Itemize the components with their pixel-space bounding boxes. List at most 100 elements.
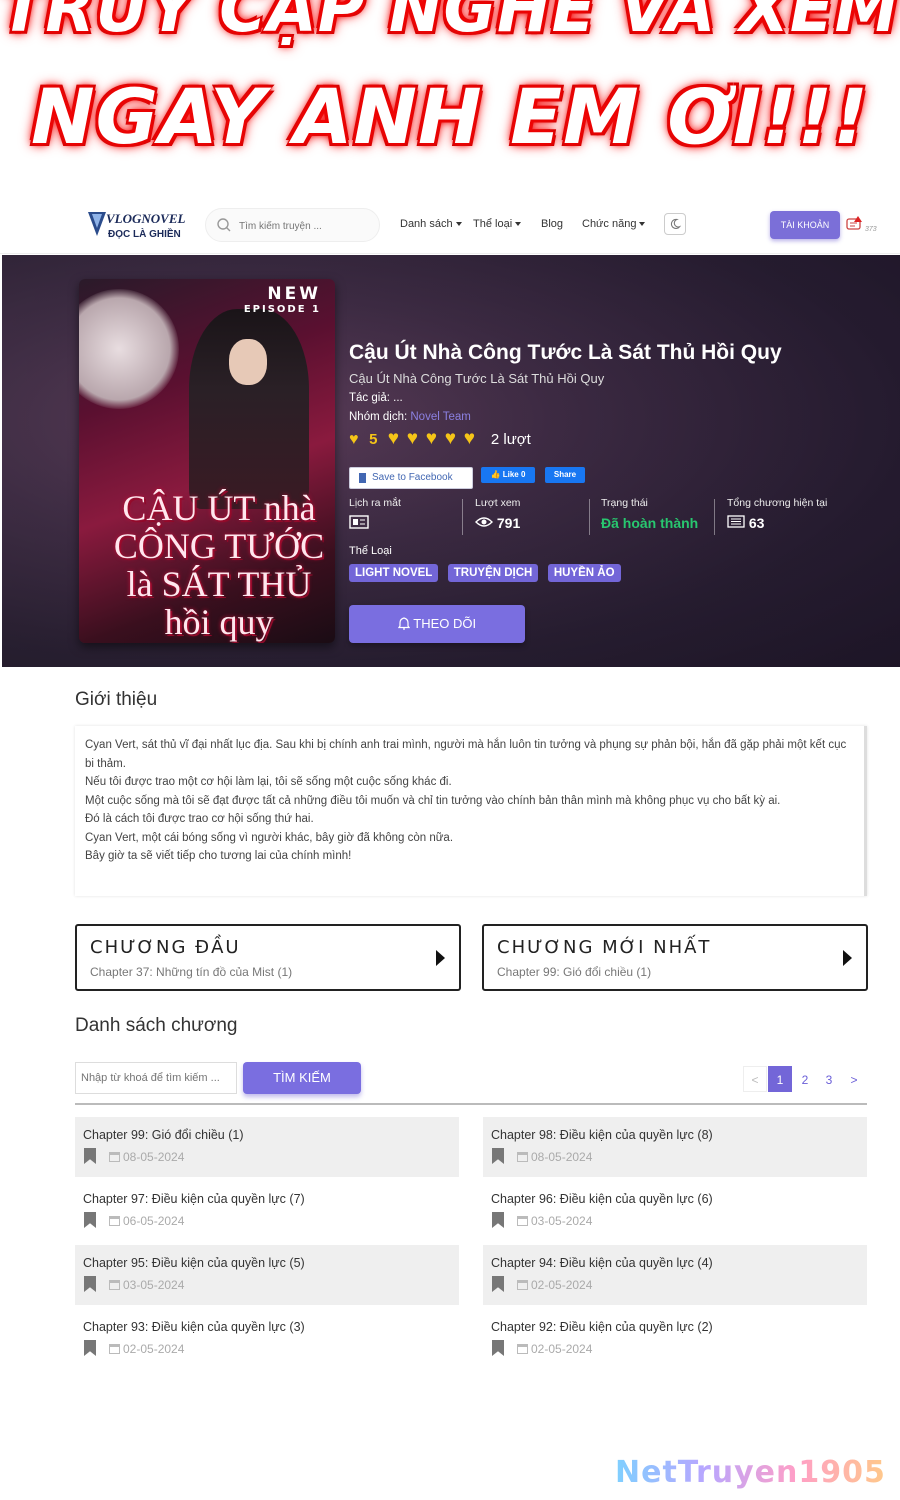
nav-blog[interactable]: Blog xyxy=(541,218,563,230)
nav-blog-label: Blog xyxy=(541,218,564,230)
nav-danh-sach[interactable]: Danh sách xyxy=(400,218,462,230)
bell-icon xyxy=(397,617,410,630)
eye-icon xyxy=(475,517,493,527)
nav-chuc-nang-label: Chức năng xyxy=(582,218,637,230)
chapter-name[interactable]: Chapter 93: Điều kiện của quyền lực (3) xyxy=(83,1320,305,1334)
rating-heart-icon[interactable]: ♥ xyxy=(388,429,407,448)
rating-heart-icon[interactable]: ♥ xyxy=(426,429,445,448)
chapter-row[interactable]: Chapter 93: Điều kiện của quyền lực (3) 0… xyxy=(75,1309,459,1369)
calendar-icon xyxy=(109,1216,120,1226)
stat-label: Trạng thái xyxy=(601,497,648,509)
notification-icon[interactable] xyxy=(846,216,864,234)
stat-divider xyxy=(714,499,715,535)
chapter-search-button[interactable]: TÌM KIẾM xyxy=(243,1062,361,1094)
bookmark-icon[interactable] xyxy=(84,1276,96,1292)
rating-heart-icon[interactable]: ♥ xyxy=(445,429,464,448)
stat-label: Tổng chương hiện tại xyxy=(727,497,828,509)
chapter-date: 02-05-2024 xyxy=(531,1342,593,1356)
site-logo[interactable]: VLOGNOVEL ĐỌC LÀ GHIỀN xyxy=(88,206,198,246)
bookmark-icon[interactable] xyxy=(84,1212,96,1228)
chapter-row[interactable]: Chapter 95: Điều kiện của quyền lực (5) 0… xyxy=(75,1245,459,1305)
stat-divider xyxy=(462,499,463,535)
calendar-icon xyxy=(517,1344,528,1354)
page: TRUY CẬP NGHE VÀ XEM NGAY ANH EM ƠI!!! V… xyxy=(0,0,900,1500)
chapter-date: 06-05-2024 xyxy=(123,1214,185,1228)
novel-cover[interactable]: NEW EPISODE 1 CẬU ÚT nhà CÔNG TƯỚC là SÁ… xyxy=(79,279,335,643)
chapter-name[interactable]: Chapter 98: Điều kiện của quyền lực (8) xyxy=(491,1128,713,1142)
chapter-name[interactable]: Chapter 92: Điều kiện của quyền lực (2) xyxy=(491,1320,713,1334)
chevron-down-icon xyxy=(455,222,462,227)
chapter-name[interactable]: Chapter 95: Điều kiện của quyền lực (5) xyxy=(83,1256,305,1270)
intro-paragraph: Cyan Vert, sát thủ vĩ đại nhất lục địa. … xyxy=(85,739,847,770)
chapter-row[interactable]: Chapter 99: Gió đổi chiều (1) 08-05-2024 xyxy=(75,1117,459,1177)
nav-the-loai[interactable]: Thể loại xyxy=(473,218,522,230)
novel-rating: ♥ 5 ♥ ♥ ♥ ♥ ♥ 2 lượt xyxy=(349,429,531,448)
fb-like-button[interactable]: 👍 Like 0 xyxy=(481,467,535,483)
first-chapter-heading: CHƯƠNG ĐẦU xyxy=(90,937,241,958)
logo-tagline: ĐỌC LÀ GHIỀN xyxy=(108,229,181,240)
group-link[interactable]: Novel Team xyxy=(410,411,471,423)
novel-translator-group: Nhóm dịch: Novel Team xyxy=(349,411,471,423)
account-button[interactable]: TÀI KHOẢN xyxy=(770,211,840,239)
chapter-row[interactable]: Chapter 96: Điều kiện của quyền lực (6) 0… xyxy=(483,1181,867,1241)
rating-heart-icon[interactable]: ♥ xyxy=(464,429,483,448)
search-input[interactable] xyxy=(239,216,374,236)
novel-title: Cậu Út Nhà Công Tước Là Sát Thủ Hồi Quy xyxy=(349,341,782,364)
bookmark-icon[interactable] xyxy=(492,1340,504,1356)
chapter-name[interactable]: Chapter 96: Điều kiện của quyền lực (6) xyxy=(491,1192,713,1206)
stat-schedule: Lịch ra mắt xyxy=(349,497,401,537)
navbar: VLOGNOVEL ĐỌC LÀ GHIỀN Danh sách Thể loạ… xyxy=(0,198,900,254)
pagination-page-1[interactable]: 1 xyxy=(768,1066,792,1092)
bookmark-icon[interactable] xyxy=(492,1276,504,1292)
chapter-name[interactable]: Chapter 97: Điều kiện của quyền lực (7) xyxy=(83,1192,305,1206)
bookmark-icon[interactable] xyxy=(84,1148,96,1164)
genre-tag[interactable]: TRUYỆN DỊCH xyxy=(447,564,539,582)
chapter-name[interactable]: Chapter 99: Gió đổi chiều (1) xyxy=(83,1128,244,1142)
pagination-page-3[interactable]: 3 xyxy=(817,1066,841,1092)
chapter-row[interactable]: Chapter 94: Điều kiện của quyền lực (4) 0… xyxy=(483,1245,867,1305)
chapter-row[interactable]: Chapter 92: Điều kiện của quyền lực (2) 0… xyxy=(483,1309,867,1369)
bookmark-icon[interactable] xyxy=(492,1148,504,1164)
stat-status: Trạng thái Đã hoàn thành xyxy=(601,497,698,537)
latest-chapter-card[interactable]: CHƯƠNG MỚI NHẤT Chapter 99: Gió đổi chiề… xyxy=(482,924,868,991)
rating-value: 5 xyxy=(369,431,378,448)
fb-like-label: Like 0 xyxy=(502,470,526,479)
heart-icon: ♥ xyxy=(349,431,359,448)
fb-share-button[interactable]: Share xyxy=(545,467,585,483)
promo-line-2: NGAY ANH EM ƠI!!! xyxy=(31,72,869,161)
chevron-down-icon xyxy=(639,222,646,227)
bookmark-icon[interactable] xyxy=(492,1212,504,1228)
promo-banner[interactable]: TRUY CẬP NGHE VÀ XEM NGAY ANH EM ƠI!!! xyxy=(0,0,900,185)
nav-chuc-nang[interactable]: Chức năng xyxy=(582,218,646,230)
bookmark-icon[interactable] xyxy=(84,1340,96,1356)
novel-author: Tác giả: ... xyxy=(349,392,403,404)
chapter-filter-input[interactable] xyxy=(75,1062,237,1094)
chapter-row[interactable]: Chapter 98: Điều kiện của quyền lực (8) 0… xyxy=(483,1117,867,1177)
chapter-name[interactable]: Chapter 94: Điều kiện của quyền lực (4) xyxy=(491,1256,713,1270)
follow-button[interactable]: THEO DÕI xyxy=(349,605,525,643)
intro-box: Cyan Vert, sát thủ vĩ đại nhất lục địa. … xyxy=(75,726,867,896)
group-label: Nhóm dịch: xyxy=(349,411,408,423)
pagination-prev[interactable]: < xyxy=(743,1066,767,1092)
rating-count: 2 lượt xyxy=(490,431,531,448)
moon-icon xyxy=(670,218,682,229)
pagination-page-2[interactable]: 2 xyxy=(793,1066,817,1092)
rating-heart-icon[interactable]: ♥ xyxy=(407,429,426,448)
genre-tag[interactable]: LIGHT NOVEL xyxy=(349,564,439,582)
pagination-next[interactable]: > xyxy=(842,1066,866,1092)
logo-title: VLOGNOVEL xyxy=(106,211,186,226)
chapter-date: 03-05-2024 xyxy=(531,1214,593,1228)
chapter-list-heading: Danh sách chương xyxy=(75,1015,238,1036)
dark-mode-toggle[interactable] xyxy=(664,213,686,235)
genre-tag[interactable]: HUYỀN ẢO xyxy=(547,564,621,582)
first-chapter-card[interactable]: CHƯƠNG ĐẦU Chapter 37: Những tín đồ của … xyxy=(75,924,461,991)
search-icon xyxy=(217,218,231,232)
fb-save-button[interactable]: Save to Facebook xyxy=(349,467,473,489)
genre-tags: LIGHT NOVEL TRUYỆN DỊCH HUYỀN ẢO xyxy=(349,563,626,582)
chapter-row[interactable]: Chapter 97: Điều kiện của quyền lực (7) 0… xyxy=(75,1181,459,1241)
novel-stats: Lịch ra mắt Lượt xem 791 Trạng thái Đã h… xyxy=(349,497,849,537)
chapters-count: 63 xyxy=(748,515,765,531)
stat-label: Lịch ra mắt xyxy=(349,497,401,509)
chapter-date: 08-05-2024 xyxy=(123,1150,185,1164)
rating-hearts[interactable]: ♥ ♥ ♥ ♥ ♥ xyxy=(388,429,483,448)
